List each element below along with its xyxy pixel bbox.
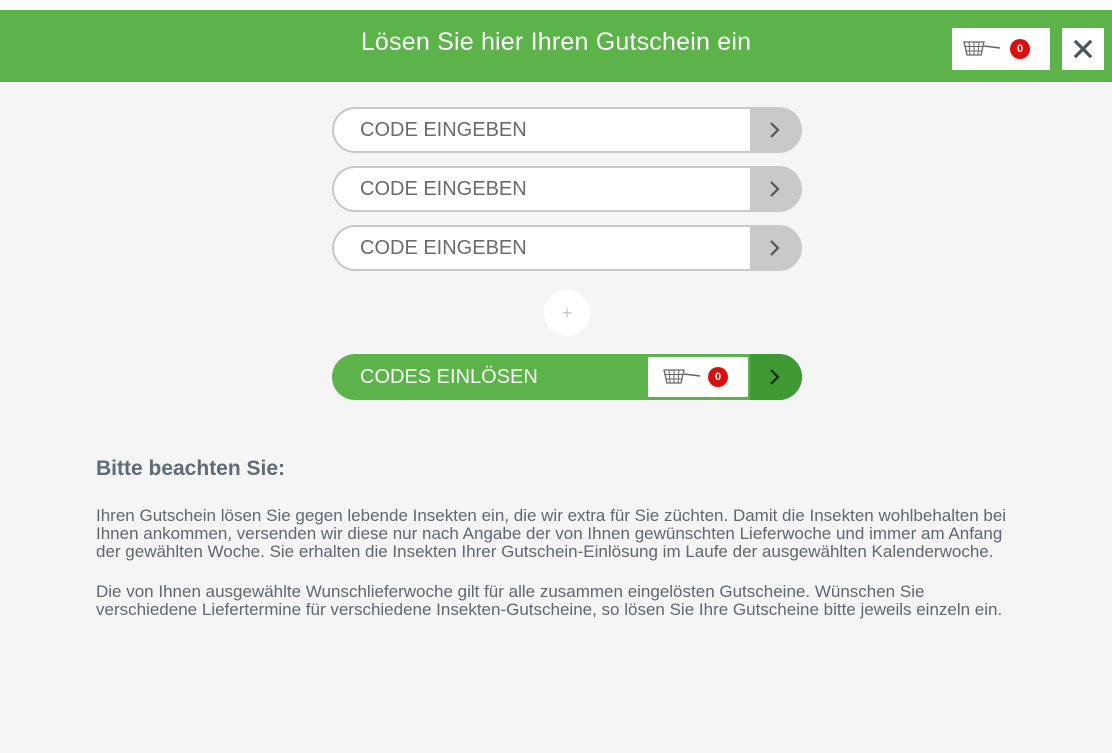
voucher-page: Lösen Sie hier Ihren Gutschein ein 0 COD… bbox=[0, 0, 1112, 753]
add-code-button[interactable]: + bbox=[544, 290, 590, 336]
insect-net-icon bbox=[662, 366, 702, 393]
chevron-right-icon bbox=[770, 240, 780, 256]
notes-paragraph-2: Die von Ihnen ausgewählte Wunschlieferwo… bbox=[96, 582, 1003, 619]
chevron-right-icon bbox=[770, 122, 780, 138]
chevron-right-icon bbox=[770, 181, 780, 197]
notes-heading: Bitte beachten Sie: bbox=[96, 457, 286, 480]
code-input-3[interactable] bbox=[332, 225, 750, 271]
notes-section: Bitte beachten Sie: Ihren Gutschein löse… bbox=[96, 457, 1026, 641]
close-button[interactable] bbox=[1062, 28, 1104, 70]
code-row-1 bbox=[332, 107, 802, 153]
chevron-right-icon bbox=[770, 369, 780, 385]
code-row-3 bbox=[332, 225, 802, 271]
code-submit-button-2[interactable] bbox=[750, 166, 802, 212]
redeem-cart-indicator: 0 bbox=[648, 357, 748, 397]
notes-paragraph-1: Ihren Gutschein lösen Sie gegen lebende … bbox=[96, 506, 1007, 561]
redeem-count-badge: 0 bbox=[708, 367, 728, 387]
code-row-2 bbox=[332, 166, 802, 212]
redeem-submit-arrow[interactable] bbox=[750, 354, 802, 400]
cart-count-badge: 0 bbox=[1010, 39, 1030, 59]
code-submit-button-3[interactable] bbox=[750, 225, 802, 271]
code-input-1[interactable] bbox=[332, 107, 750, 153]
page-title: Lösen Sie hier Ihren Gutschein ein bbox=[360, 28, 752, 56]
cart-button[interactable]: 0 bbox=[952, 28, 1050, 70]
redeem-label: CODES EINLÖSEN bbox=[360, 366, 538, 388]
code-submit-button-1[interactable] bbox=[750, 107, 802, 153]
header-bar: Lösen Sie hier Ihren Gutschein ein 0 bbox=[0, 0, 1112, 82]
insect-net-icon bbox=[962, 38, 1002, 65]
code-input-2[interactable] bbox=[332, 166, 750, 212]
close-icon bbox=[1074, 40, 1092, 58]
